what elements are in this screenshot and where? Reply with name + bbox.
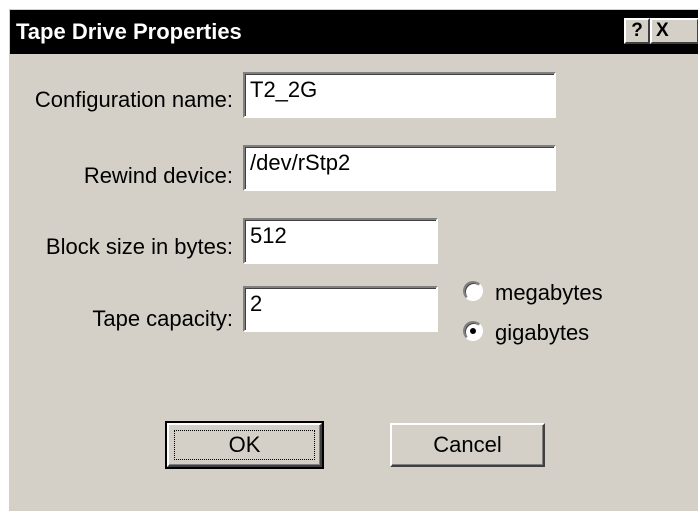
tape-capacity-field[interactable]: 2: [243, 286, 438, 332]
title-bar: Tape Drive Properties ? X: [10, 10, 698, 54]
ok-button-label: OK: [228, 432, 261, 457]
gigabytes-radio[interactable]: [463, 321, 483, 341]
rewind-device-field[interactable]: /dev/rStp2: [243, 145, 556, 191]
block-size-label: Block size in bytes:: [45, 234, 233, 259]
config-name-field[interactable]: T2_2G: [243, 72, 556, 118]
tape-drive-properties-dialog: Tape Drive Properties ? X Configuration …: [9, 9, 698, 511]
megabytes-radio[interactable]: [463, 281, 483, 301]
help-button[interactable]: ?: [624, 18, 650, 44]
ok-button[interactable]: OK: [165, 421, 324, 469]
block-size-field[interactable]: 512: [243, 218, 438, 264]
radio-selected-dot: [470, 328, 476, 334]
rewind-device-label: Rewind device:: [83, 163, 233, 188]
megabytes-label[interactable]: megabytes: [495, 280, 603, 306]
config-name-label: Configuration name:: [34, 87, 233, 112]
close-button[interactable]: X: [650, 18, 698, 44]
gigabytes-label[interactable]: gigabytes: [495, 320, 589, 346]
cancel-button-label: Cancel: [433, 432, 502, 457]
cancel-button[interactable]: Cancel: [390, 423, 545, 467]
close-icon: X: [656, 20, 669, 41]
window-title: Tape Drive Properties: [16, 19, 242, 44]
tape-capacity-label: Tape capacity:: [92, 306, 233, 331]
help-icon: ?: [631, 20, 643, 41]
